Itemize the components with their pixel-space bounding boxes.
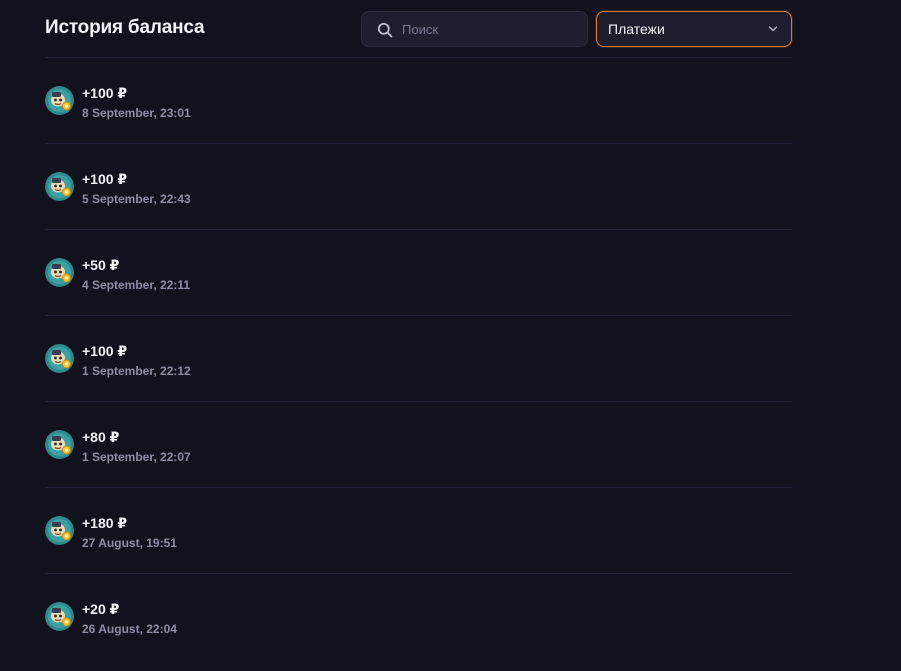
- filter-select[interactable]: Платежи: [596, 11, 792, 47]
- transaction-amount: +100 ₽: [82, 85, 128, 101]
- avatar-icon: [45, 430, 74, 459]
- search-icon: [377, 22, 393, 38]
- page-title: История баланса: [45, 17, 205, 38]
- avatar-icon: [45, 172, 74, 201]
- transaction-row: +100 ₽ 8 September, 23:01: [45, 57, 792, 143]
- transaction-row: +100 ₽ 5 September, 22:43: [45, 143, 792, 229]
- transaction-date: 4 September, 22:11: [82, 278, 191, 292]
- avatar-icon: [45, 344, 74, 373]
- transaction-amount: +50 ₽: [82, 257, 120, 273]
- transaction-date: 27 August, 19:51: [82, 536, 177, 550]
- avatar-icon: [45, 86, 74, 115]
- avatar-icon: [45, 258, 74, 287]
- transaction-amount: +100 ₽: [82, 343, 128, 359]
- transaction-amount: +180 ₽: [82, 515, 128, 531]
- transaction-date: 5 September, 22:43: [82, 192, 191, 206]
- transaction-amount: +20 ₽: [82, 601, 120, 617]
- transaction-amount: +80 ₽: [82, 429, 120, 445]
- transaction-row: +20 ₽ 26 August, 22:04: [45, 573, 792, 659]
- transaction-row: +80 ₽ 1 September, 22:07: [45, 401, 792, 487]
- transaction-row: +100 ₽ 1 September, 22:12: [45, 315, 792, 401]
- transaction-date: 1 September, 22:12: [82, 364, 191, 378]
- transaction-date: 8 September, 23:01: [82, 106, 191, 120]
- avatar-icon: [45, 516, 74, 545]
- transaction-date: 1 September, 22:07: [82, 450, 191, 464]
- transaction-date: 26 August, 22:04: [82, 622, 177, 636]
- header: История баланса Платежи: [45, 11, 792, 47]
- transaction-amount: +100 ₽: [82, 171, 128, 187]
- filter-selected-value: Платежи: [608, 21, 665, 37]
- balance-history-page: История баланса Платежи: [0, 0, 901, 671]
- chevron-down-icon: [768, 26, 778, 32]
- transaction-list: +100 ₽ 8 September, 23:01 +100 ₽ 5 Septe…: [45, 57, 792, 659]
- transaction-row: +50 ₽ 4 September, 22:11: [45, 229, 792, 315]
- avatar-icon: [45, 602, 74, 631]
- search-box[interactable]: [361, 11, 588, 47]
- transaction-row: +180 ₽ 27 August, 19:51: [45, 487, 792, 573]
- search-input[interactable]: [402, 12, 577, 46]
